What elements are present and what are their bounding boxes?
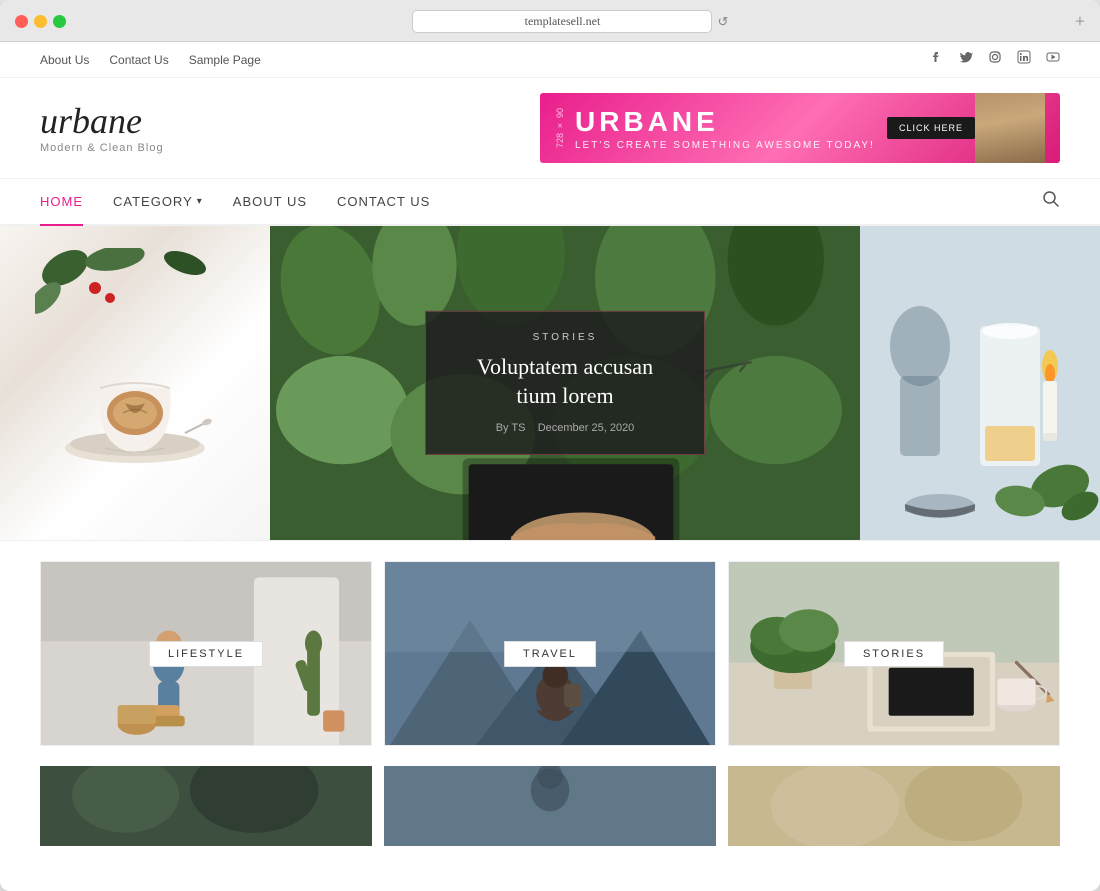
model-silhouette — [975, 93, 1045, 163]
minimize-button[interactable] — [34, 15, 47, 28]
hero-left-image — [0, 226, 270, 540]
nav-about[interactable]: ABOUT US — [233, 179, 307, 224]
top-nav-links: About Us Contact Us Sample Page — [40, 53, 261, 67]
bottom-card-2[interactable] — [384, 766, 716, 846]
banner-tagline: LET'S CREATE SOMETHING AWESOME TODAY! — [575, 140, 877, 151]
browser-window: templatesell.net ↺ + About Us Contact Us… — [0, 0, 1100, 891]
nav-contact[interactable]: CONTACT US — [337, 179, 430, 224]
banner-size: 728 × 90 — [555, 108, 565, 148]
bottom-card-3[interactable] — [728, 766, 1060, 846]
banner-model-image — [975, 93, 1045, 163]
site-logo: urbane Modern & Clean Blog — [40, 103, 164, 154]
post-date: December 25, 2020 — [538, 422, 635, 434]
banner-brand: URBANE — [575, 106, 877, 138]
category-label-lifestyle[interactable]: LIFESTYLE — [149, 641, 263, 667]
hero-right-image — [860, 226, 1100, 540]
bottom-card-1[interactable] — [40, 766, 372, 846]
featured-category: STORIES — [456, 332, 674, 343]
bottom-image-3 — [728, 766, 1060, 846]
category-card-stories[interactable]: STORIES — [728, 561, 1060, 746]
author-name[interactable]: TS — [511, 422, 525, 434]
banner-text-area: URBANE LET'S CREATE SOMETHING AWESOME TO… — [565, 106, 887, 151]
hero-grid: STORIES Voluptatem accusan tium lorem By… — [0, 226, 1100, 541]
site-header: urbane Modern & Clean Blog 728 × 90 URBA… — [0, 78, 1100, 179]
maximize-button[interactable] — [53, 15, 66, 28]
twitter-icon[interactable] — [959, 50, 973, 69]
bottom-row — [0, 766, 1100, 856]
bottom-image-2 — [384, 766, 716, 846]
category-label-stories[interactable]: STORIES — [844, 641, 944, 667]
youtube-icon[interactable] — [1046, 50, 1060, 69]
top-link-about[interactable]: About Us — [40, 53, 89, 67]
main-nav: HOME CATEGORY ▾ ABOUT US CONTACT US — [0, 179, 1100, 226]
featured-post-card: STORIES Voluptatem accusan tium lorem By… — [425, 311, 705, 455]
browser-chrome: templatesell.net ↺ + — [0, 0, 1100, 42]
social-icons — [930, 50, 1060, 69]
featured-meta: By TS December 25, 2020 — [456, 422, 674, 434]
linkedin-icon[interactable] — [1017, 50, 1031, 69]
hero-center-image: STORIES Voluptatem accusan tium lorem By… — [270, 226, 860, 540]
reload-icon[interactable]: ↺ — [717, 14, 728, 30]
category-label-travel[interactable]: TRAVEL — [504, 641, 596, 667]
banner-ad[interactable]: 728 × 90 URBANE LET'S CREATE SOMETHING A… — [540, 93, 1060, 163]
close-button[interactable] — [15, 15, 28, 28]
logo-name: urbane — [40, 103, 164, 139]
url-input[interactable]: templatesell.net — [412, 10, 712, 33]
traffic-lights — [15, 15, 66, 28]
banner-cta-button[interactable]: CLICK HERE — [887, 117, 975, 139]
category-section: LIFESTYLE — [0, 541, 1100, 766]
nav-category[interactable]: CATEGORY ▾ — [113, 179, 203, 224]
candle-image — [860, 226, 1100, 540]
top-link-sample[interactable]: Sample Page — [189, 53, 261, 67]
bottom-image-1 — [40, 766, 372, 846]
category-card-lifestyle[interactable]: LIFESTYLE — [40, 561, 372, 746]
instagram-icon[interactable] — [988, 50, 1002, 69]
top-bar: About Us Contact Us Sample Page — [0, 42, 1100, 78]
featured-title[interactable]: Voluptatem accusan tium lorem — [456, 353, 674, 410]
coffee-image — [0, 226, 270, 540]
by-label: By — [496, 422, 509, 434]
logo-tagline: Modern & Clean Blog — [40, 142, 164, 154]
category-card-travel[interactable]: TRAVEL — [384, 561, 716, 746]
site-content: About Us Contact Us Sample Page — [0, 42, 1100, 891]
address-bar: templatesell.net ↺ — [76, 10, 1065, 33]
dropdown-chevron-icon: ▾ — [197, 196, 203, 207]
search-icon[interactable] — [1042, 190, 1060, 213]
facebook-icon[interactable] — [930, 50, 944, 69]
top-link-contact[interactable]: Contact Us — [109, 53, 168, 67]
nav-home[interactable]: HOME — [40, 179, 83, 226]
new-tab-button[interactable]: + — [1075, 11, 1085, 32]
